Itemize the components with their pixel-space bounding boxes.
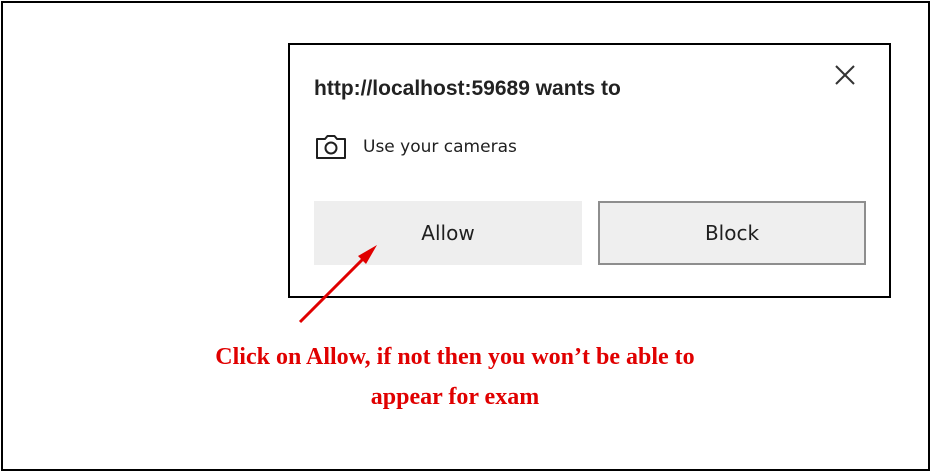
allow-button[interactable]: Allow	[314, 201, 582, 265]
camera-icon	[314, 133, 348, 161]
instruction-note: Click on Allow, if not then you won’t be…	[0, 337, 910, 417]
close-icon[interactable]	[833, 63, 857, 87]
permission-label: Use your cameras	[363, 137, 517, 157]
instruction-line-2: appear for exam	[370, 384, 540, 410]
instruction-line-1: Click on Allow, if not then you won’t be…	[215, 344, 695, 370]
permission-row: Use your cameras	[314, 133, 517, 161]
dialog-title: http://localhost:59689 wants to	[314, 77, 621, 100]
block-button[interactable]: Block	[598, 201, 866, 265]
permission-dialog: http://localhost:59689 wants to Use your…	[288, 43, 891, 298]
